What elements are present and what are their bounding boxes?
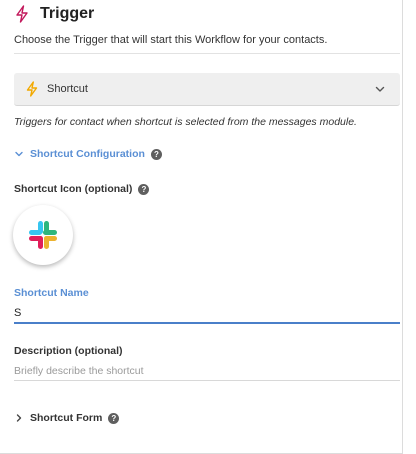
description-input[interactable] — [14, 362, 400, 381]
shortcut-icon-label-text: Shortcut Icon (optional) — [14, 183, 133, 195]
shortcut-icon-label: Shortcut Icon (optional) ? — [14, 183, 150, 195]
trigger-description: Triggers for contact when shortcut is se… — [14, 116, 357, 128]
page-subtitle: Choose the Trigger that will start this … — [14, 34, 328, 46]
question-circle-icon[interactable]: ? — [108, 412, 120, 424]
shortcut-name-input[interactable] — [14, 303, 400, 324]
chevron-right-icon — [14, 413, 24, 423]
chevron-down-icon — [14, 149, 24, 159]
trigger-panel: Trigger Choose the Trigger that will sta… — [0, 0, 403, 454]
page-title: Trigger — [40, 5, 95, 22]
description-label: Description (optional) — [14, 345, 123, 357]
trigger-type-select[interactable]: Shortcut — [14, 73, 400, 106]
question-circle-icon[interactable]: ? — [138, 183, 150, 195]
trigger-type-value: Shortcut — [47, 83, 88, 95]
panel-header: Trigger — [14, 2, 94, 26]
lightning-bolt-icon — [14, 5, 32, 23]
chevron-down-icon — [374, 83, 386, 95]
shortcut-configuration-label: Shortcut Configuration — [30, 148, 145, 160]
shortcut-icon-picker[interactable] — [13, 205, 73, 265]
slack-logo-icon — [29, 221, 57, 249]
shortcut-form-label: Shortcut Form — [30, 412, 103, 424]
lightning-bolt-icon — [25, 81, 41, 97]
shortcut-name-label: Shortcut Name — [14, 287, 89, 299]
divider — [14, 53, 400, 54]
question-circle-icon[interactable]: ? — [150, 148, 162, 160]
shortcut-form-toggle[interactable]: Shortcut Form ? — [14, 410, 120, 426]
shortcut-configuration-toggle[interactable]: Shortcut Configuration ? — [14, 146, 162, 162]
